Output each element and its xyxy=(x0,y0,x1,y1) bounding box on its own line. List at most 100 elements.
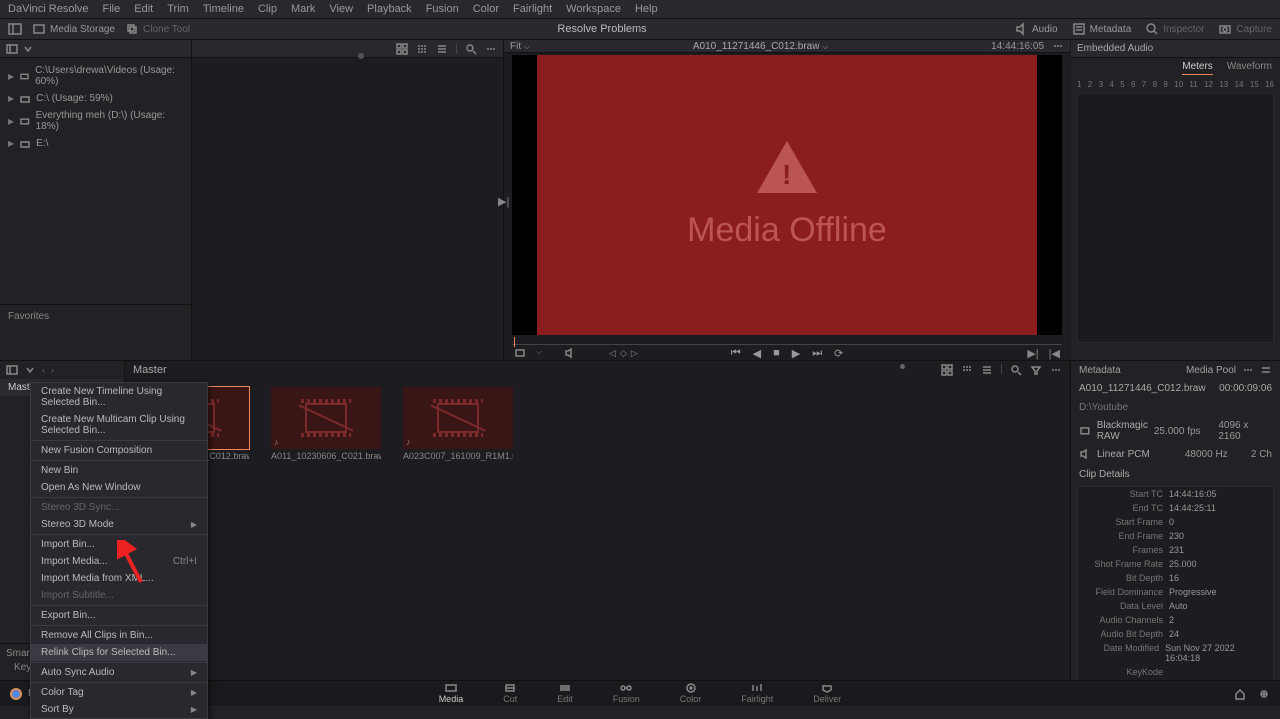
gear-icon[interactable] xyxy=(1258,688,1270,700)
more-icon[interactable] xyxy=(1242,364,1254,376)
ctx-item[interactable]: Relink Clips for Selected Bin... xyxy=(31,644,207,661)
menubar[interactable]: DaVinci Resolve File Edit Trim Timeline Clip M… xyxy=(0,0,1280,18)
menu-clip[interactable]: Clip xyxy=(258,3,277,15)
page-edit[interactable]: Edit xyxy=(557,683,573,704)
zoom-dot[interactable] xyxy=(900,364,905,369)
capture-toggle[interactable]: Capture xyxy=(1218,22,1272,36)
play-reverse-icon[interactable]: ◀ xyxy=(753,347,761,360)
metadata-toggle[interactable]: Metadata xyxy=(1072,22,1132,36)
menu-color[interactable]: Color xyxy=(473,3,499,15)
tab-waveform[interactable]: Waveform xyxy=(1227,61,1272,75)
storage-item[interactable]: ▶C:\ (Usage: 59%) xyxy=(0,90,191,107)
more-icon[interactable] xyxy=(1052,40,1064,52)
bin-context-menu[interactable]: Create New Timeline Using Selected Bin..… xyxy=(30,382,208,719)
page-fusion[interactable]: Fusion xyxy=(613,683,640,704)
menu-fairlight[interactable]: Fairlight xyxy=(513,3,552,15)
menu-file[interactable]: File xyxy=(103,3,121,15)
sidebar-icon[interactable] xyxy=(6,364,18,376)
ctx-item: Stereo 3D Sync... xyxy=(31,499,207,516)
page-media[interactable]: Media xyxy=(439,683,464,704)
page-fairlight[interactable]: Fairlight xyxy=(741,683,773,704)
stop-icon[interactable]: ■ xyxy=(773,347,780,359)
keyframe-icon[interactable]: ◇ xyxy=(620,348,627,359)
media-pool-dropdown[interactable]: Media Pool xyxy=(1186,365,1236,376)
ctx-item[interactable]: Color Tag▶ xyxy=(31,684,207,701)
page-cut[interactable]: Cut xyxy=(503,683,517,704)
match-frame-icon[interactable] xyxy=(514,347,526,359)
clip-item[interactable]: ♪A023C007_161009_R1M1.mov xyxy=(403,387,513,461)
scrubber-dot[interactable] xyxy=(358,53,364,59)
ctx-item[interactable]: Stereo 3D Mode▶ xyxy=(31,516,207,533)
sidebar-toggle-icon[interactable] xyxy=(8,22,22,36)
pool-breadcrumb[interactable]: Master xyxy=(133,364,167,376)
mark-out-icon[interactable]: |◀ xyxy=(1049,347,1060,360)
search-icon[interactable] xyxy=(1010,364,1022,376)
ctx-item[interactable]: Create New Multicam Clip Using Selected … xyxy=(31,411,207,439)
storage-item[interactable]: ▶C:\Users\drewa\Videos (Usage: 60%) xyxy=(0,62,191,90)
menu-mark[interactable]: Mark xyxy=(291,3,315,15)
search-icon[interactable] xyxy=(465,43,477,55)
clone-tool-toggle[interactable]: Clone Tool xyxy=(125,22,190,36)
ctx-item[interactable]: Sort By▶ xyxy=(31,701,207,718)
tab-meters[interactable]: Meters xyxy=(1182,61,1213,75)
ctx-item[interactable]: New Fusion Composition xyxy=(31,442,207,459)
ctx-item[interactable]: Import Media from XML... xyxy=(31,570,207,587)
list-view-icon[interactable] xyxy=(436,43,448,55)
play-icon[interactable]: ▶ xyxy=(792,347,800,360)
detail-row: Frames231 xyxy=(1078,543,1273,557)
page-deliver[interactable]: Deliver xyxy=(813,683,841,704)
ctx-item[interactable]: Import Bin... xyxy=(31,536,207,553)
page-color[interactable]: Color xyxy=(680,683,702,704)
sidebar-icon[interactable] xyxy=(6,43,18,55)
ctx-item[interactable]: Create New Timeline Using Selected Bin..… xyxy=(31,383,207,411)
more-icon[interactable] xyxy=(485,43,497,55)
ctx-item[interactable]: Remove All Clips in Bin... xyxy=(31,627,207,644)
viewer-frame[interactable]: Media Offline ▶| xyxy=(512,55,1062,335)
menu-help[interactable]: Help xyxy=(635,3,658,15)
small-grid-icon[interactable] xyxy=(961,364,973,376)
menu-trim[interactable]: Trim xyxy=(167,3,189,15)
menu-edit[interactable]: Edit xyxy=(134,3,153,15)
chevron-down-icon[interactable] xyxy=(24,364,36,376)
nav-fwd-icon[interactable]: › xyxy=(51,365,54,375)
list-view-icon[interactable] xyxy=(981,364,993,376)
storage-item[interactable]: ▶Everything meh (D:\) (Usage: 18%) xyxy=(0,107,191,135)
go-end-icon[interactable]: ⏭ xyxy=(812,347,822,360)
menu-timeline[interactable]: Timeline xyxy=(203,3,244,15)
menu-playback[interactable]: Playback xyxy=(367,3,412,15)
go-start-icon[interactable]: ⏮ xyxy=(731,347,741,360)
thumb-view-icon[interactable] xyxy=(396,43,408,55)
audio-toggle[interactable]: Audio xyxy=(1014,22,1058,36)
ctx-item[interactable]: Export Bin... xyxy=(31,607,207,624)
codec-fps: 25.000 fps xyxy=(1154,426,1212,437)
grid-view-icon[interactable] xyxy=(416,43,428,55)
fit-dropdown[interactable]: Fit ⌵ xyxy=(510,41,530,52)
media-storage-toggle[interactable]: Media Storage xyxy=(32,22,115,36)
settings-icon[interactable] xyxy=(1260,364,1272,376)
nav-back-icon[interactable]: ‹ xyxy=(42,365,45,375)
viewer-clip-name[interactable]: A010_11271446_C012.braw ⌵ xyxy=(693,41,828,52)
storage-item[interactable]: ▶E:\ xyxy=(0,135,191,152)
menu-fusion[interactable]: Fusion xyxy=(426,3,459,15)
home-icon[interactable] xyxy=(1234,688,1246,700)
next-edit-icon[interactable]: ▷ xyxy=(631,348,638,359)
chevron-down-icon[interactable] xyxy=(22,43,34,55)
ctx-item[interactable]: Open As New Window xyxy=(31,479,207,496)
mark-in-icon[interactable]: ▶| xyxy=(1027,347,1038,360)
in-point-marker[interactable]: ▶| xyxy=(498,195,509,208)
ctx-item[interactable]: Import Media...Ctrl+I xyxy=(31,553,207,570)
ctx-item[interactable]: New Bin xyxy=(31,462,207,479)
menu-workspace[interactable]: Workspace xyxy=(566,3,621,15)
loop-icon[interactable]: ⟳ xyxy=(834,347,843,360)
volume-icon[interactable] xyxy=(564,347,576,359)
menu-davinciresolve[interactable]: DaVinci Resolve xyxy=(8,3,89,15)
ctx-item[interactable]: Auto Sync Audio▶ xyxy=(31,664,207,681)
prev-edit-icon[interactable]: ◁ xyxy=(609,348,616,359)
filter-icon[interactable] xyxy=(1030,364,1042,376)
menu-view[interactable]: View xyxy=(329,3,353,15)
thumb-view-icon[interactable] xyxy=(941,364,953,376)
inspector-toggle[interactable]: Inspector xyxy=(1145,22,1204,36)
clip-item[interactable]: ♪A011_10230606_C021.braw xyxy=(271,387,381,461)
more-icon[interactable] xyxy=(1050,364,1062,376)
viewer-scrubber[interactable] xyxy=(512,337,1062,347)
